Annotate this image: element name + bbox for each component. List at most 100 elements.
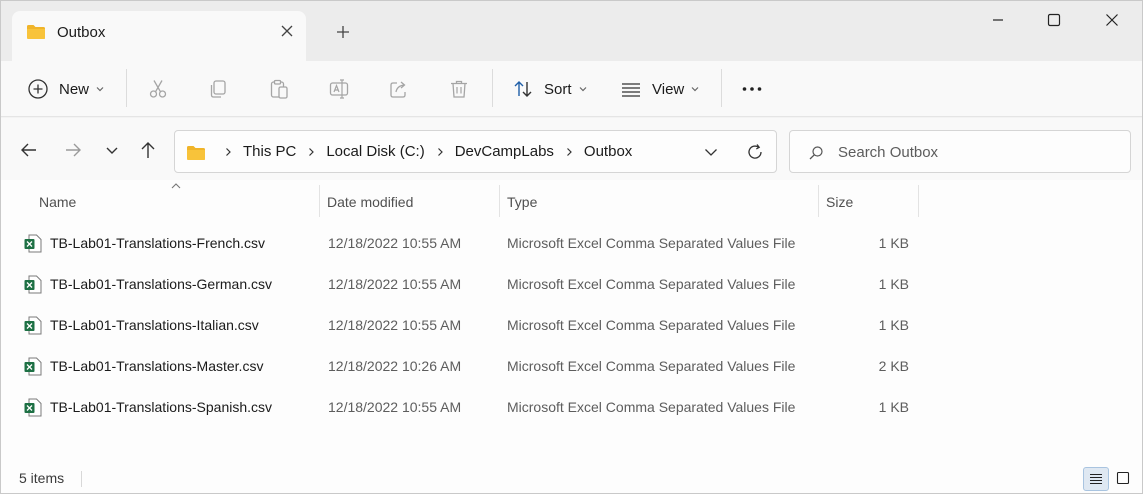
minimize-icon xyxy=(993,19,1003,21)
excel-csv-file-icon xyxy=(24,357,42,376)
chevron-right-icon[interactable] xyxy=(564,147,574,157)
sort-icon xyxy=(514,81,532,97)
sort-label: Sort xyxy=(544,80,572,98)
file-name: TB-Lab01-Translations-Italian.csv xyxy=(50,317,259,333)
more-icon xyxy=(742,87,762,91)
view-label: View xyxy=(652,80,685,98)
sort-button[interactable]: Sort xyxy=(512,71,588,107)
file-date: 12/18/2022 10:55 AM xyxy=(328,276,462,292)
excel-csv-file-icon xyxy=(24,234,42,253)
column-header-name[interactable]: Name xyxy=(31,188,76,218)
chevron-right-icon[interactable] xyxy=(223,147,233,157)
share-button[interactable] xyxy=(388,71,410,107)
breadcrumb-this-pc[interactable]: This PC xyxy=(243,143,296,160)
close-tab-icon[interactable] xyxy=(277,21,297,41)
file-date: 12/18/2022 10:55 AM xyxy=(328,235,462,251)
file-date: 12/18/2022 10:26 AM xyxy=(328,358,462,374)
file-row[interactable]: TB-Lab01-Translations-French.csv 12/18/2… xyxy=(19,223,919,263)
breadcrumb-outbox[interactable]: Outbox xyxy=(584,143,632,160)
recent-locations-icon[interactable] xyxy=(100,138,124,162)
new-label: New xyxy=(59,80,90,98)
chevron-down-icon xyxy=(579,87,586,92)
delete-button[interactable] xyxy=(448,71,470,107)
file-name: TB-Lab01-Translations-German.csv xyxy=(50,276,273,292)
forward-icon[interactable] xyxy=(61,138,85,162)
chevron-down-icon xyxy=(96,87,104,92)
file-type: Microsoft Excel Comma Separated Values F… xyxy=(507,276,796,292)
file-row[interactable]: TB-Lab01-Translations-Master.csv 12/18/2… xyxy=(19,346,919,386)
details-view-icon xyxy=(1090,473,1102,485)
column-header-type[interactable]: Type xyxy=(499,188,537,218)
chevron-right-icon[interactable] xyxy=(306,147,316,157)
back-icon[interactable] xyxy=(17,138,41,162)
paste-icon xyxy=(270,79,288,99)
chevron-down-icon xyxy=(691,87,699,92)
maximize-icon xyxy=(1047,13,1061,27)
excel-csv-file-icon xyxy=(24,316,42,335)
search-input[interactable] xyxy=(838,142,1118,162)
file-row[interactable]: TB-Lab01-Translations-Spanish.csv 12/18/… xyxy=(19,387,919,427)
tiles-view-icon xyxy=(1116,471,1130,485)
file-type: Microsoft Excel Comma Separated Values F… xyxy=(507,358,796,374)
chevron-right-icon[interactable] xyxy=(435,147,445,157)
file-date: 12/18/2022 10:55 AM xyxy=(328,317,462,333)
rename-icon xyxy=(329,79,349,99)
search-box[interactable] xyxy=(789,130,1131,173)
breadcrumb-local-disk[interactable]: Local Disk (C:) xyxy=(326,143,424,160)
column-header-size[interactable]: Size xyxy=(818,188,853,218)
file-size: 1 KB xyxy=(878,317,909,333)
up-icon[interactable] xyxy=(136,138,160,162)
item-count: 5 items xyxy=(19,470,65,486)
address-dropdown-icon[interactable] xyxy=(702,143,720,161)
file-date: 12/18/2022 10:55 AM xyxy=(328,399,462,415)
minimize-button[interactable] xyxy=(978,7,1018,33)
cut-icon xyxy=(149,80,167,98)
new-button[interactable]: New xyxy=(27,71,105,107)
navigation-row: This PC Local Disk (C:) DevCampLabs Outb… xyxy=(1,118,1142,180)
file-explorer-window: Outbox New Sort View This PC Local Disk … xyxy=(0,0,1143,494)
toolbar-divider xyxy=(492,69,493,107)
copy-button[interactable] xyxy=(207,71,229,107)
column-divider[interactable] xyxy=(918,185,919,217)
file-type: Microsoft Excel Comma Separated Values F… xyxy=(507,317,796,333)
status-divider xyxy=(81,471,82,487)
share-icon xyxy=(390,81,406,98)
copy-icon xyxy=(210,80,226,98)
folder-icon xyxy=(27,25,45,39)
view-button[interactable]: View xyxy=(620,71,700,107)
file-size: 1 KB xyxy=(878,276,909,292)
excel-csv-file-icon xyxy=(24,275,42,294)
refresh-icon[interactable] xyxy=(745,142,765,162)
details-view-button[interactable] xyxy=(1083,467,1109,491)
title-bar: Outbox xyxy=(1,1,1142,61)
close-icon xyxy=(1106,14,1118,26)
file-row[interactable]: TB-Lab01-Translations-Italian.csv 12/18/… xyxy=(19,305,919,345)
new-tab-icon[interactable] xyxy=(333,22,353,42)
large-icons-view-button[interactable] xyxy=(1111,467,1137,491)
file-row[interactable]: TB-Lab01-Translations-German.csv 12/18/2… xyxy=(19,264,919,304)
file-size: 1 KB xyxy=(878,399,909,415)
file-list: Name Date modified Type Size TB-Lab01-Tr… xyxy=(1,180,1142,493)
tab-outbox[interactable]: Outbox xyxy=(12,11,306,61)
breadcrumb-devcamplabs[interactable]: DevCampLabs xyxy=(455,143,554,160)
close-window-button[interactable] xyxy=(1092,7,1132,33)
cut-button[interactable] xyxy=(147,71,169,107)
maximize-button[interactable] xyxy=(1034,7,1074,33)
paste-button[interactable] xyxy=(268,71,290,107)
more-button[interactable] xyxy=(741,71,763,107)
sort-ascending-icon xyxy=(171,183,181,189)
column-header-date-modified[interactable]: Date modified xyxy=(319,188,413,218)
breadcrumb: This PC Local Disk (C:) DevCampLabs Outb… xyxy=(213,143,632,160)
file-name: TB-Lab01-Translations-Spanish.csv xyxy=(50,399,273,415)
view-icon xyxy=(622,83,640,97)
address-bar[interactable]: This PC Local Disk (C:) DevCampLabs Outb… xyxy=(174,130,777,173)
file-name: TB-Lab01-Translations-Master.csv xyxy=(50,358,264,374)
file-size: 1 KB xyxy=(878,235,909,251)
excel-csv-file-icon xyxy=(24,398,42,417)
add-icon xyxy=(28,79,48,99)
rename-button[interactable] xyxy=(328,71,350,107)
file-type: Microsoft Excel Comma Separated Values F… xyxy=(507,399,796,415)
toolbar-divider xyxy=(721,69,722,107)
toolbar-divider xyxy=(126,69,127,107)
command-bar: New Sort View xyxy=(1,61,1142,117)
